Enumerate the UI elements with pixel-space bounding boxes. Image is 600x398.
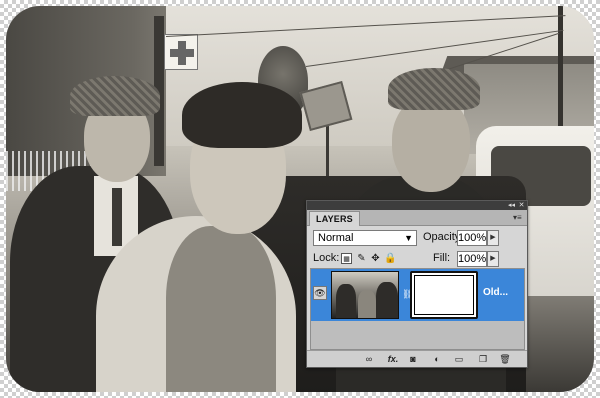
tab-layers[interactable]: LAYERS xyxy=(309,211,360,226)
thumb-figure xyxy=(376,282,398,318)
panel-tab-row: LAYERS xyxy=(307,210,527,226)
panel-menu-icon[interactable]: ▾≡ xyxy=(513,213,523,223)
opacity-field[interactable]: 100% xyxy=(457,230,487,246)
flat-cap xyxy=(70,76,160,116)
layer-list: 👁 ⛓ Old... xyxy=(310,268,525,350)
new-layer-icon[interactable]: ❐ xyxy=(477,353,489,365)
panel-bottom-bar: ∞ fx. ◙ ◐ ▭ ❐ 🗑 xyxy=(307,350,527,367)
adjustment-layer-icon[interactable]: ◐ xyxy=(431,353,443,365)
layers-panel: ◂◂ ✕ LAYERS ▾≡ Normal ▼ Opacity: 100% ▶ … xyxy=(306,200,528,368)
visibility-eye-icon[interactable]: 👁 xyxy=(313,286,327,300)
opacity-slider-arrow-icon[interactable]: ▶ xyxy=(487,230,499,246)
mask-link-chain-icon[interactable]: ⛓ xyxy=(402,287,413,301)
fill-field[interactable]: 100% xyxy=(457,251,487,267)
layer-row[interactable]: 👁 ⛓ Old... xyxy=(311,269,524,321)
layer-name[interactable]: Old... xyxy=(483,287,508,298)
pharmacy-cross-sign xyxy=(164,34,198,70)
utility-pole xyxy=(558,6,563,136)
flat-cap xyxy=(388,68,480,110)
delete-layer-icon[interactable]: 🗑 xyxy=(499,353,511,365)
close-icon[interactable]: ✕ xyxy=(517,202,526,209)
thumb-figure xyxy=(358,290,376,318)
blend-mode-value: Normal xyxy=(318,232,354,244)
face xyxy=(392,96,470,192)
new-group-icon[interactable]: ▭ xyxy=(453,353,465,365)
tie xyxy=(112,188,122,246)
fill-slider-arrow-icon[interactable]: ▶ xyxy=(487,251,499,267)
collapse-icon[interactable]: ◂◂ xyxy=(507,202,516,209)
panel-titlebar[interactable]: ◂◂ ✕ xyxy=(307,201,527,210)
vest xyxy=(166,226,276,392)
fill-label: Fill: xyxy=(433,252,451,264)
lock-transparency-icon[interactable]: ▦ xyxy=(341,253,352,264)
blend-mode-select[interactable]: Normal ▼ xyxy=(313,230,417,246)
fx-icon[interactable]: fx. xyxy=(387,353,399,365)
lock-label: Lock: xyxy=(313,252,340,264)
lock-position-move-icon[interactable]: ✥ xyxy=(370,253,381,264)
lock-all-icon[interactable]: 🔒 xyxy=(384,253,396,264)
thumb-figure xyxy=(336,284,356,318)
lock-image-brush-icon[interactable]: ✎ xyxy=(356,253,367,264)
link-layers-icon[interactable]: ∞ xyxy=(363,353,375,365)
add-mask-icon[interactable]: ◙ xyxy=(407,353,419,365)
chevron-down-icon: ▼ xyxy=(404,233,413,243)
hair xyxy=(182,82,302,148)
layer-thumbnail[interactable] xyxy=(331,271,399,319)
layer-mask-thumbnail[interactable] xyxy=(410,271,478,319)
